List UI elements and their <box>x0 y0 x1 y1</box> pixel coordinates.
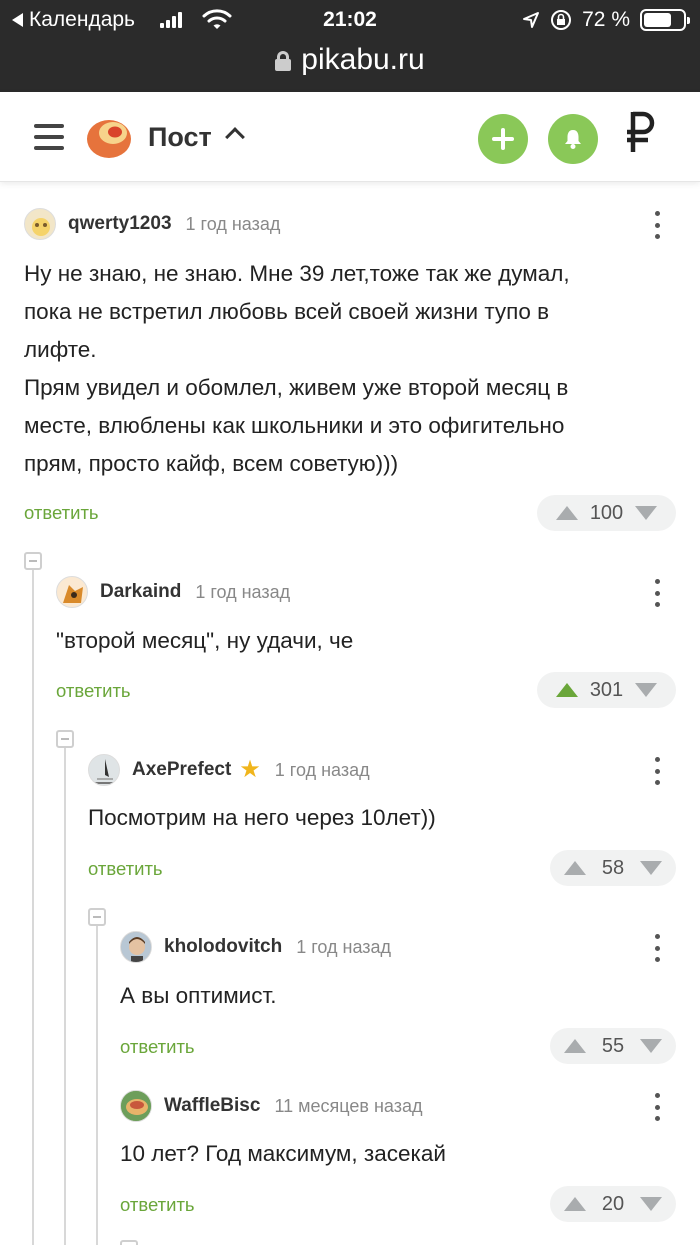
comment-text: 10 лет? Год максимум, засекай <box>120 1135 650 1173</box>
comment-text-line: прям, просто кайф, всем советую))) <box>24 451 399 476</box>
comment-text-line: лифте. <box>24 337 97 362</box>
avatar[interactable] <box>120 931 152 963</box>
comment-time[interactable]: 1 год назад <box>275 760 370 781</box>
pikabu-logo[interactable] <box>86 115 132 159</box>
url-domain: pikabu.ru <box>301 43 425 76</box>
battery-percent: 72 % <box>582 8 630 31</box>
comment-text-line: Ну не знаю, не знаю. Мне 39 лет,тоже так… <box>24 261 570 286</box>
comment-score: 301 <box>589 678 624 701</box>
comment-text-line: "второй месяц", ну удачи, че <box>56 628 354 653</box>
vote-widget: 55 <box>550 1028 676 1064</box>
downvote-icon[interactable] <box>635 506 658 520</box>
avatar[interactable] <box>88 754 120 786</box>
reply-button[interactable]: ответить <box>24 502 99 524</box>
comment-text: А вы оптимист. <box>120 977 650 1015</box>
more-options-icon[interactable] <box>653 1093 661 1121</box>
add-post-button[interactable] <box>478 114 528 164</box>
lock-icon <box>275 51 292 71</box>
comment-time[interactable]: 11 месяцев назад <box>274 1096 422 1117</box>
reply-button[interactable]: ответить <box>120 1036 195 1058</box>
comment-text: Посмотрим на него через 10лет)) <box>88 799 648 837</box>
star-icon: ★ <box>239 756 261 783</box>
upvote-icon[interactable] <box>564 1039 586 1053</box>
upvote-icon[interactable] <box>555 683 578 697</box>
menu-icon[interactable] <box>34 124 64 150</box>
more-options-icon[interactable] <box>653 934 661 962</box>
comment: Darkaind 1 год назад "второй месяц", ну … <box>56 575 676 715</box>
comment: qwerty1203 1 год назад Ну не знаю, не зн… <box>24 207 676 537</box>
collapse-thread-button[interactable] <box>56 730 74 748</box>
avatar[interactable] <box>120 1090 152 1122</box>
reply-button[interactable]: ответить <box>56 680 131 702</box>
comment-text-line: месте, влюблены как школьники и это офиг… <box>24 413 565 438</box>
comment-text-line: 10 лет? Год максимум, засекай <box>120 1141 446 1166</box>
comment-text-line: Посмотрим на него через 10лет)) <box>88 805 436 830</box>
battery-icon <box>640 9 690 31</box>
more-options-icon[interactable] <box>653 757 661 785</box>
location-arrow-icon <box>523 12 540 28</box>
comment-author[interactable]: AxePrefect <box>132 759 231 781</box>
collapse-thread-button[interactable] <box>120 1240 138 1245</box>
ruble-icon[interactable] <box>624 108 658 156</box>
comment-author[interactable]: kholodovitch <box>164 936 282 958</box>
downvote-icon[interactable] <box>640 861 662 875</box>
comment-author[interactable]: qwerty1203 <box>68 213 172 235</box>
comment-score: 55 <box>601 1034 625 1057</box>
notifications-button[interactable] <box>548 114 598 164</box>
chevron-up-icon[interactable] <box>225 127 245 147</box>
thread-line <box>64 744 66 1245</box>
comment-time[interactable]: 1 год назад <box>186 214 281 235</box>
bell-icon <box>565 130 581 149</box>
comment-time[interactable]: 1 год назад <box>195 582 290 603</box>
comment-header: AxePrefect ★ 1 год назад <box>88 753 370 787</box>
comment: WaffleBisc 11 месяцев назад 10 лет? Год … <box>120 1089 676 1229</box>
vote-widget: 100 <box>537 495 676 531</box>
thread-line <box>96 922 98 1245</box>
comment-time[interactable]: 1 год назад <box>296 937 391 958</box>
comment-header: qwerty1203 1 год назад <box>24 207 280 241</box>
avatar[interactable] <box>24 208 56 240</box>
reply-button[interactable]: ответить <box>88 858 163 880</box>
comment-score: 20 <box>601 1192 625 1215</box>
more-options-icon[interactable] <box>653 579 661 607</box>
browser-chrome: Календарь 21:02 72 % pikabu.ru <box>0 0 700 92</box>
collapse-thread-button[interactable] <box>88 908 106 926</box>
upvote-icon[interactable] <box>564 1197 586 1211</box>
vote-widget: 301 <box>537 672 676 708</box>
vote-widget: 58 <box>550 850 676 886</box>
comment-score: 100 <box>589 501 624 524</box>
comment-text-line: пока не встретил любовь всей своей жизни… <box>24 299 550 324</box>
downvote-icon[interactable] <box>635 683 658 697</box>
comment-header: kholodovitch 1 год назад <box>120 930 391 964</box>
upvote-icon[interactable] <box>555 506 578 520</box>
page-title[interactable]: Пост <box>148 122 212 153</box>
comment-header: Darkaind 1 год назад <box>56 575 290 609</box>
avatar[interactable] <box>56 576 88 608</box>
downvote-icon[interactable] <box>640 1197 662 1211</box>
address-bar[interactable]: pikabu.ru <box>0 40 700 80</box>
comment: AxePrefect ★ 1 год назад Посмотрим на не… <box>88 753 676 893</box>
comment-author[interactable]: Darkaind <box>100 581 181 603</box>
vote-widget: 20 <box>550 1186 676 1222</box>
comment-author[interactable]: WaffleBisc <box>164 1095 260 1117</box>
site-header: Пост <box>0 92 700 182</box>
upvote-icon[interactable] <box>564 861 586 875</box>
comment: kholodovitch 1 год назад А вы оптимист. … <box>120 930 676 1070</box>
orientation-lock-icon <box>551 10 572 30</box>
comment-header: WaffleBisc 11 месяцев назад <box>120 1089 422 1123</box>
comment-score: 58 <box>601 856 625 879</box>
downvote-icon[interactable] <box>640 1039 662 1053</box>
comment-text: "второй месяц", ну удачи, че <box>56 622 656 660</box>
reply-button[interactable]: ответить <box>120 1194 195 1216</box>
comment-text: Ну не знаю, не знаю. Мне 39 лет,тоже так… <box>24 255 664 483</box>
thread-line <box>32 566 34 1245</box>
collapse-thread-button[interactable] <box>24 552 42 570</box>
comment-text-line: А вы оптимист. <box>120 983 277 1008</box>
comment-text-line: Прям увидел и обомлел, живем уже второй … <box>24 375 569 400</box>
battery-level <box>644 13 672 27</box>
more-options-icon[interactable] <box>653 211 661 239</box>
status-bar: Календарь 21:02 72 % <box>0 0 700 40</box>
